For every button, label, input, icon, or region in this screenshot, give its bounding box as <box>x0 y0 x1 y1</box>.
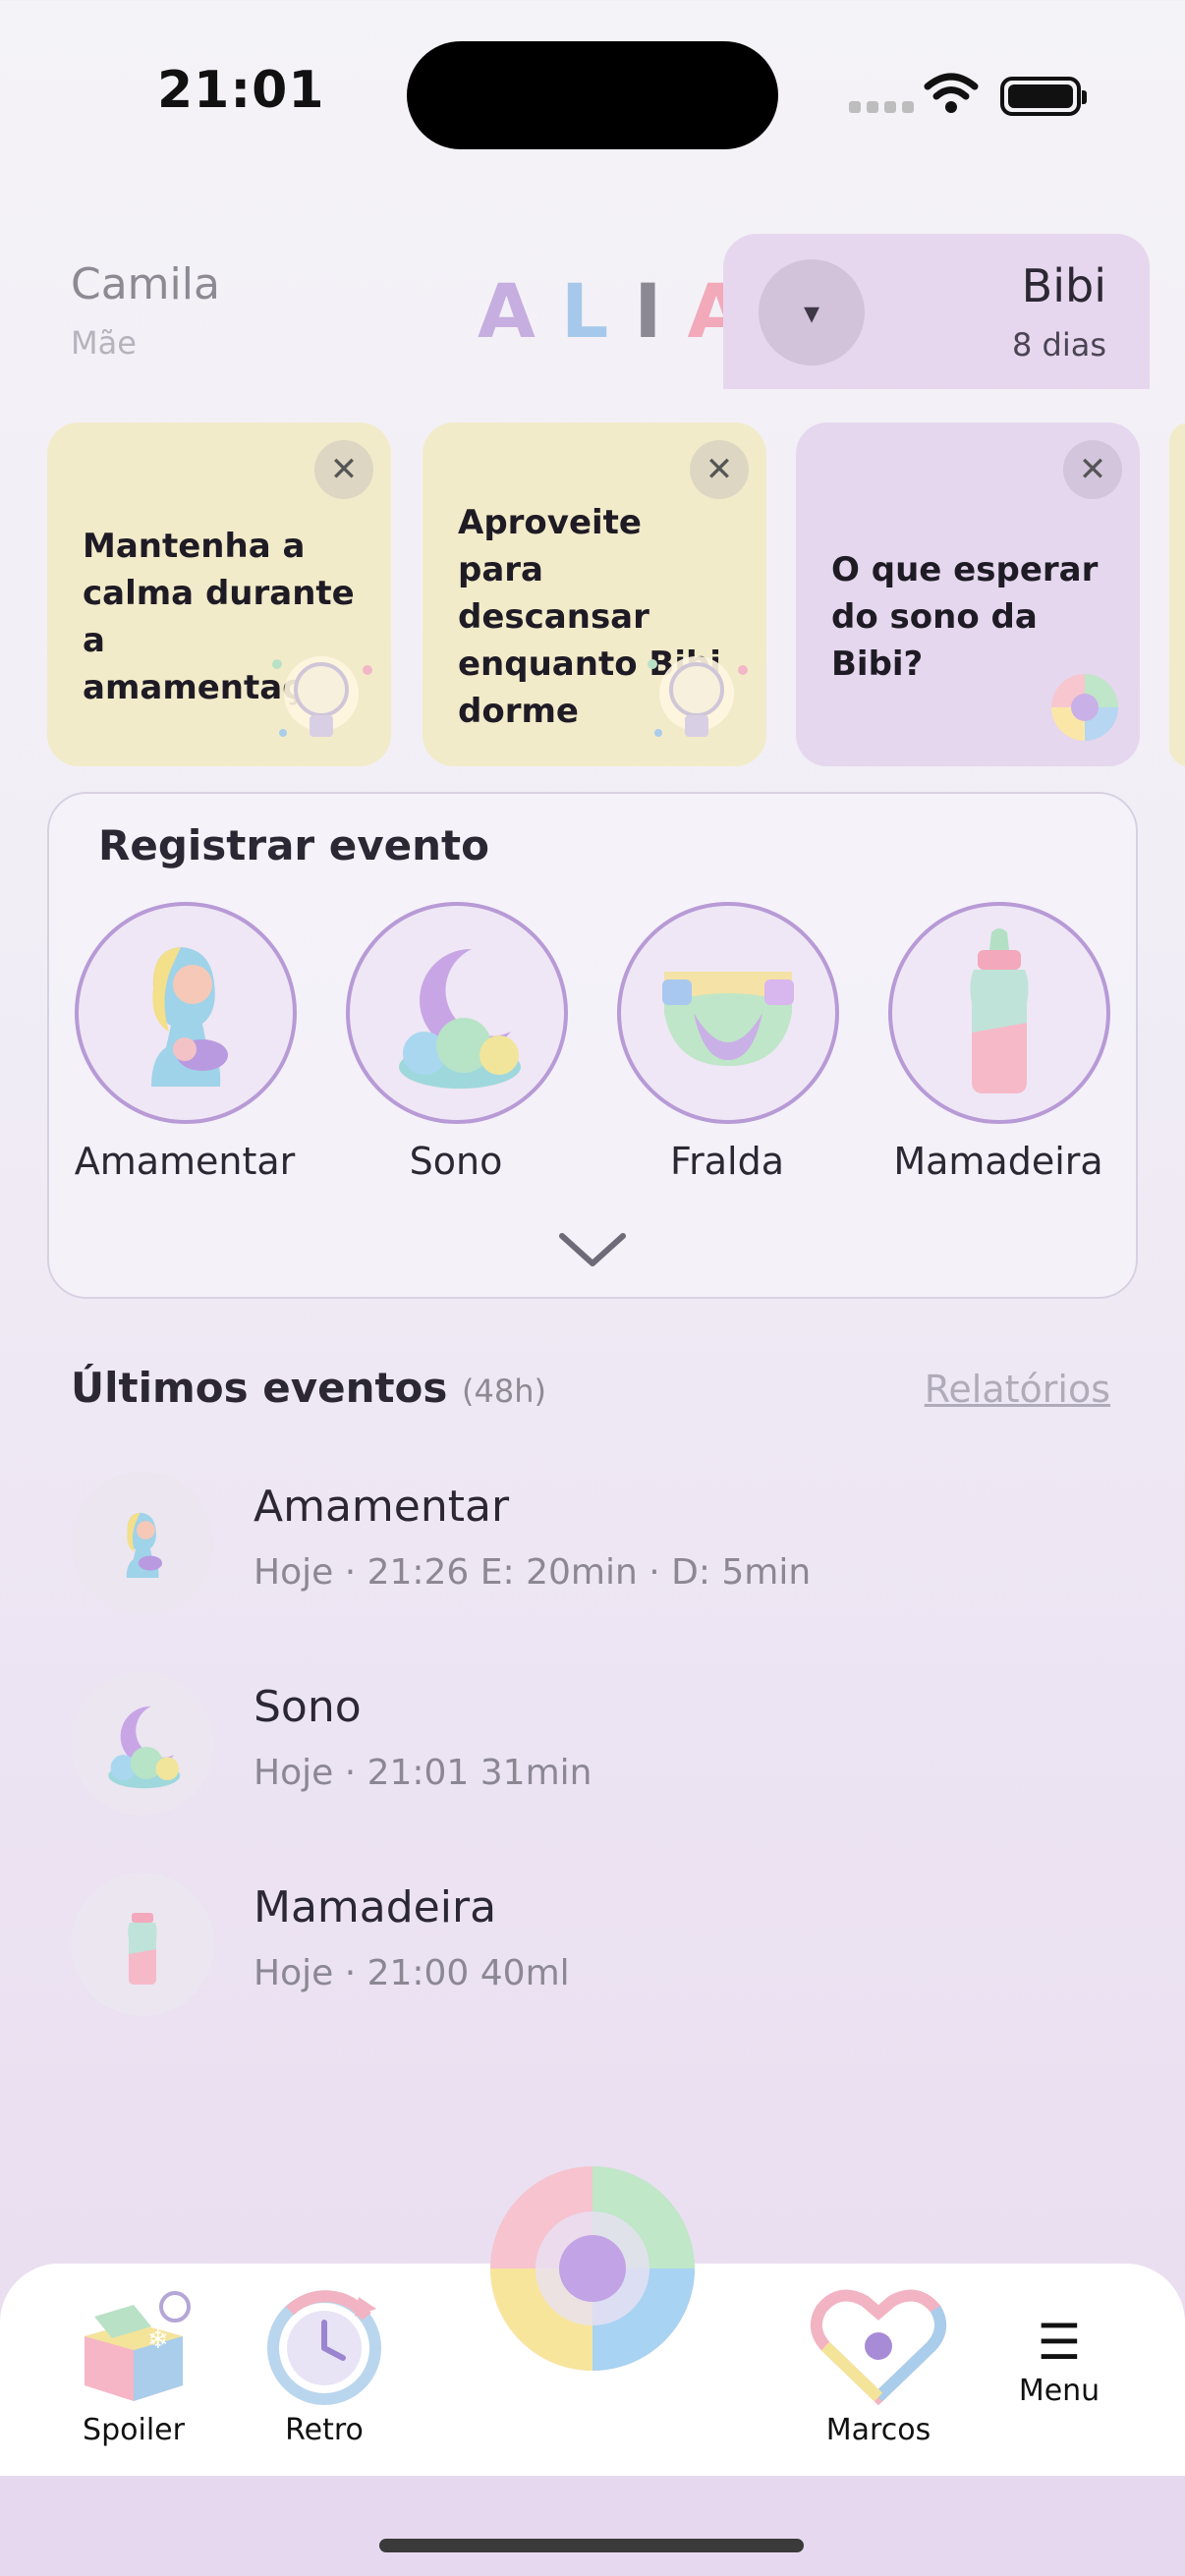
diaper-button[interactable] <box>617 902 839 1124</box>
status-time: 21:01 <box>157 61 325 120</box>
sleep-button[interactable] <box>346 902 568 1124</box>
lightbulb-icon <box>248 625 385 766</box>
event-detail: Hoje · 21:00 40ml <box>254 1953 570 1993</box>
nav-menu[interactable]: ☰ Menu <box>971 2315 1148 2408</box>
alia-swirl-icon <box>1047 670 1122 749</box>
signal-icon <box>849 98 920 117</box>
event-detail: Hoje · 21:26 E: 20min · D: 5min <box>254 1552 812 1593</box>
list-item[interactable]: Sono Hoje · 21:01 31min <box>71 1672 1112 1820</box>
tip-card-partial[interactable] <box>1169 422 1185 766</box>
event-label-amamentar: Amamentar <box>74 1140 296 1183</box>
bottle-button[interactable] <box>888 902 1110 1124</box>
tip-card[interactable]: ✕ Mantenha a calma durante a amamentação <box>47 422 391 766</box>
alia-center-button[interactable] <box>481 2157 704 2380</box>
event-title: Sono <box>254 1682 362 1732</box>
dynamic-island <box>407 41 778 149</box>
wifi-icon <box>924 73 979 118</box>
event-label-fralda: Fralda <box>670 1140 784 1183</box>
recent-events-title: Últimos eventos (48h) <box>71 1364 546 1412</box>
sleep-moon-icon <box>399 948 521 1089</box>
sleep-moon-icon <box>71 1672 214 1816</box>
event-title: Mamadeira <box>254 1882 497 1932</box>
battery-icon <box>1000 77 1087 116</box>
event-title: Amamentar <box>254 1482 510 1532</box>
baby-dropdown-button[interactable]: ▾ <box>759 259 865 365</box>
home-bar-area <box>0 2476 1185 2576</box>
diaper-icon <box>662 972 794 1066</box>
tip-card[interactable]: ✕ Aproveite para descansar enquanto Bibi… <box>423 422 766 766</box>
nav-retro-label: Retro <box>285 2413 364 2447</box>
list-item[interactable]: Amamentar Hoje · 21:26 E: 20min · D: 5mi… <box>71 1472 1112 1619</box>
close-icon[interactable]: ✕ <box>1063 440 1122 499</box>
recent-events-window: (48h) <box>462 1372 546 1410</box>
baby-name: Bibi <box>1021 259 1106 312</box>
tip-text: O que esperar do sono da Bibi? <box>831 550 1099 684</box>
close-icon[interactable]: ✕ <box>690 440 749 499</box>
nav-menu-label: Menu <box>1018 2374 1100 2408</box>
baby-age: 8 dias <box>1011 326 1106 364</box>
nav-marcos[interactable]: Marcos <box>790 2287 967 2447</box>
breastfeeding-button[interactable] <box>75 902 297 1124</box>
tip-card[interactable]: ✕ O que esperar do sono da Bibi? <box>796 422 1140 766</box>
recent-events-heading: Últimos eventos <box>71 1364 448 1412</box>
reports-link[interactable]: Relatórios <box>925 1368 1110 1411</box>
register-event-title: Registrar evento <box>98 821 489 869</box>
list-item[interactable]: Mamadeira Hoje · 21:00 40ml <box>71 1873 1112 2020</box>
user-role: Mãe <box>71 324 137 362</box>
gift-box-icon: ❄ <box>85 2291 191 2401</box>
nav-spoiler[interactable]: ❄ Spoiler <box>45 2287 222 2447</box>
logo-letter: I <box>634 267 688 355</box>
menu-icon: ☰ <box>1037 2314 1082 2371</box>
chevron-down-icon[interactable] <box>556 1228 629 1275</box>
bottle-icon <box>71 1873 214 2016</box>
breastfeeding-icon <box>151 947 228 1087</box>
nav-marcos-label: Marcos <box>825 2413 931 2447</box>
event-label-mamadeira: Mamadeira <box>893 1140 1103 1183</box>
logo-letter: A <box>478 267 561 355</box>
retro-clock-icon <box>267 2290 381 2405</box>
user-name[interactable]: Camila <box>71 259 220 309</box>
svg-text:❄: ❄ <box>147 2325 169 2355</box>
nav-retro[interactable]: Retro <box>236 2287 413 2447</box>
home-indicator[interactable] <box>379 2539 804 2552</box>
close-icon[interactable]: ✕ <box>314 440 373 499</box>
event-label-sono: Sono <box>409 1140 503 1183</box>
nav-spoiler-label: Spoiler <box>83 2413 185 2447</box>
logo-letter: L <box>560 267 635 355</box>
heart-icon <box>810 2289 947 2406</box>
bottle-icon <box>970 928 1029 1093</box>
lightbulb-icon <box>623 625 761 766</box>
alia-swirl-icon <box>490 2166 695 2371</box>
event-detail: Hoje · 21:01 31min <box>254 1753 592 1793</box>
breastfeeding-icon <box>71 1472 214 1615</box>
